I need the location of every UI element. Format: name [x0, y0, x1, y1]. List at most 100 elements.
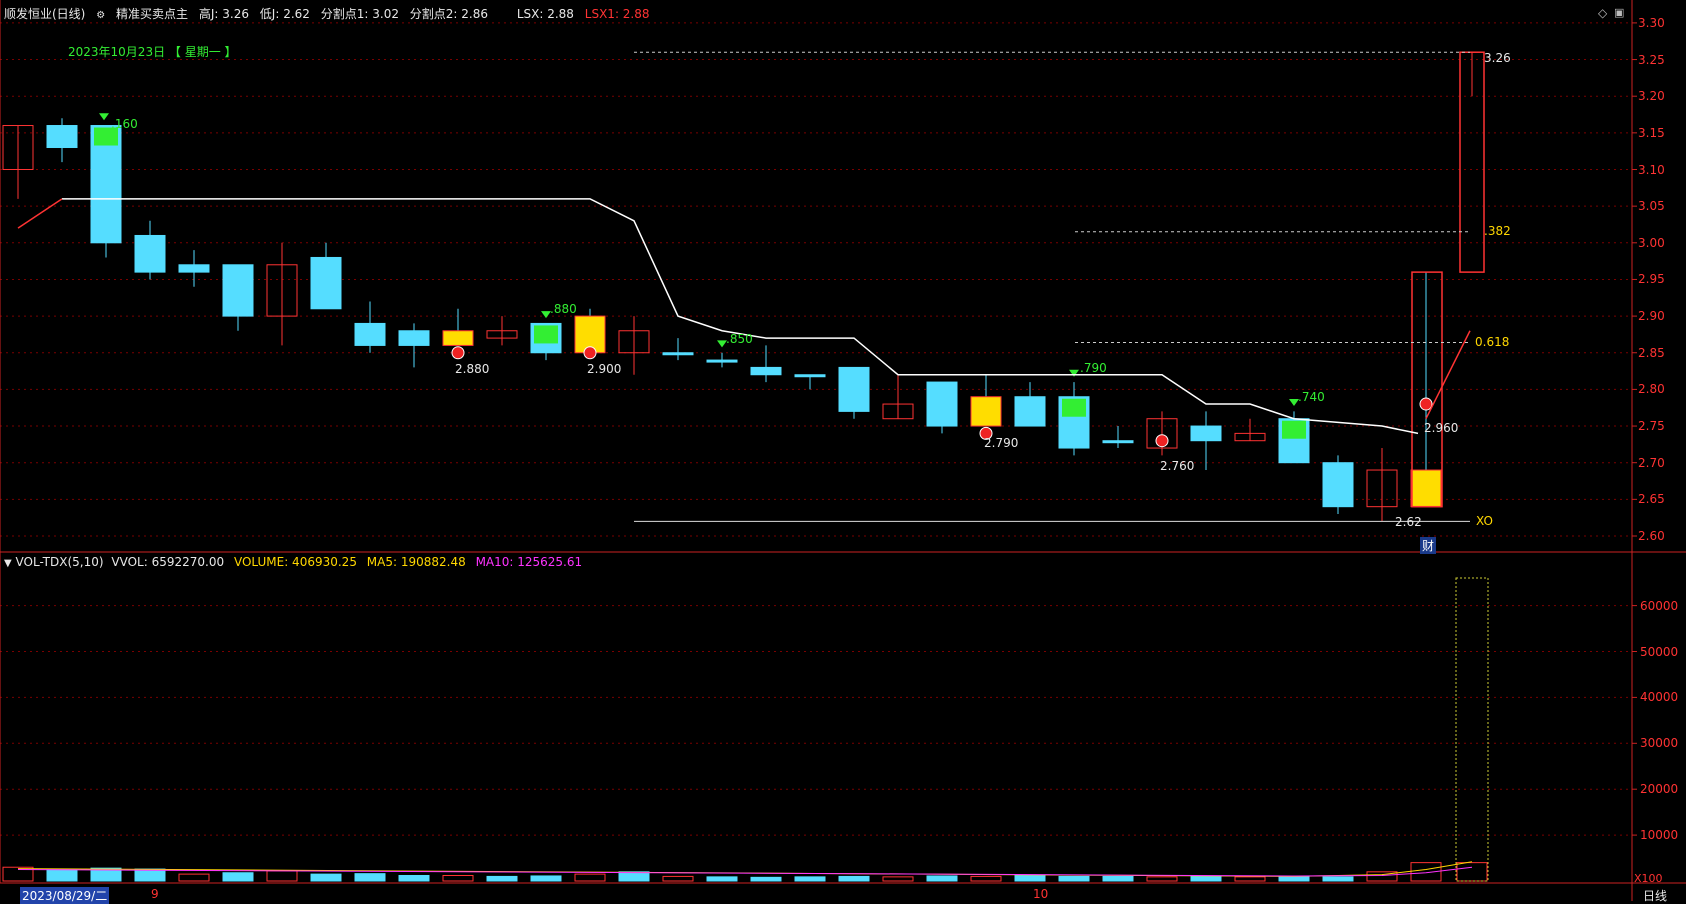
volume-bar: [486, 875, 518, 882]
settings-icon[interactable]: ⚙: [96, 10, 105, 21]
volume-bar: [178, 873, 210, 882]
sell-signal-fill: [534, 325, 558, 344]
candle-body: [354, 322, 386, 346]
volume-bar: [134, 868, 166, 882]
candle-body: [794, 374, 826, 378]
candle-body: [398, 330, 430, 346]
candle-body: [222, 264, 254, 317]
date-axis-month-9: 9: [151, 887, 159, 901]
indicator-name[interactable]: 精准买卖点主: [116, 7, 188, 21]
date-banner: 2023年10月23日 【 星期一 】: [68, 45, 237, 59]
volume-bar: [1278, 875, 1310, 882]
buy-label: 2.960: [1424, 421, 1459, 435]
volume-bar: [750, 876, 782, 882]
volume-tick-label: 60000: [1640, 598, 1679, 613]
volume-bar: [1322, 876, 1354, 882]
volume-bar: [838, 875, 870, 882]
diamond-icon[interactable]: ◇: [1598, 6, 1607, 20]
price-tick-label: 2.95: [1638, 272, 1665, 287]
vvol-value: VVOL: 6592270.00: [111, 555, 225, 569]
volume-bar: [1102, 875, 1134, 882]
price-tick-label: 2.60: [1638, 529, 1665, 543]
lsx-value: LSX: 2.88: [516, 7, 574, 21]
candle-body: [1322, 462, 1354, 508]
high-value: 高J: 3.26: [198, 7, 249, 21]
candle-body: [926, 381, 958, 427]
low-marker: 2.62: [1395, 515, 1422, 529]
volume-bar: [926, 875, 958, 882]
chart-canvas[interactable]: [0, 0, 1686, 901]
candle-body: [1014, 396, 1046, 427]
volume-bar: [1058, 875, 1090, 882]
volume-bar: [442, 874, 474, 882]
volume-unit: X100: [1634, 872, 1663, 885]
chevron-down-icon[interactable]: ▼: [4, 558, 12, 569]
volume-tick-label: 20000: [1640, 782, 1679, 797]
price-tick-label: 3.00: [1638, 235, 1665, 250]
period-label[interactable]: 日线: [1643, 887, 1667, 904]
sell-label: .850: [726, 332, 753, 346]
lsx1-value: LSX1: 2.88: [584, 7, 650, 21]
high-marker: 3.26: [1484, 51, 1511, 65]
volume-bar: [1014, 874, 1046, 882]
volume-bar: [354, 873, 386, 882]
volume-bar: [574, 873, 606, 882]
volume-bar: [46, 869, 78, 882]
price-header: 顺发恒业(日线) ⚙ 精准买卖点主 高J: 3.26 低J: 2.62 分割点1…: [4, 5, 657, 22]
grid-layer: [0, 22, 1632, 836]
sell-label: .880: [550, 302, 577, 316]
volume-bar: [1146, 876, 1178, 882]
price-tick-label: 3.15: [1638, 125, 1665, 140]
ma10-value: MA10: 125625.61: [475, 555, 583, 569]
volume-bar: [794, 876, 826, 882]
candle-body: [662, 352, 694, 356]
volume-tick-label: 50000: [1640, 644, 1679, 659]
price-tick-label: 2.65: [1638, 492, 1665, 507]
candle-body: [838, 366, 870, 412]
axis-layer: [0, 0, 1686, 901]
stock-chart-app: 顺发恒业(日线) ⚙ 精准买卖点主 高J: 3.26 低J: 2.62 分割点1…: [0, 0, 1686, 904]
sell-label: .790: [1080, 361, 1107, 375]
split2-value: 分割点2: 2.86: [409, 7, 489, 21]
buy-label: 2.790: [984, 436, 1019, 450]
stock-title[interactable]: 顺发恒业(日线): [4, 7, 85, 21]
trend-segment: [1425, 330, 1471, 420]
candle-body: [134, 234, 166, 273]
volume-bar: [970, 875, 1002, 882]
price-tick-label: 3.20: [1638, 89, 1665, 104]
candle-body: [970, 396, 1002, 427]
candle-body: [310, 256, 342, 310]
candle-body: [706, 359, 738, 363]
buy-signal-marker: [1155, 434, 1169, 448]
price-tick-label: 2.90: [1638, 309, 1665, 324]
split1-value: 分割点1: 3.02: [320, 7, 399, 21]
volume-tick-label: 10000: [1640, 828, 1679, 843]
price-tick-label: 3.25: [1638, 52, 1665, 67]
volume-bar: [266, 870, 298, 882]
volume-bar: [398, 874, 430, 882]
buy-signal-marker: [451, 346, 465, 360]
buy-label: 2.880: [455, 362, 490, 376]
volume-bar: [1190, 875, 1222, 882]
sell-signal-marker: [1069, 369, 1079, 377]
volume-indicator-name[interactable]: VOL-TDX(5,10): [16, 555, 104, 569]
finance-badge[interactable]: 财: [1420, 537, 1437, 554]
price-tick-label: 3.05: [1638, 199, 1665, 214]
trend-segment: [17, 198, 63, 229]
window-icon[interactable]: ▣: [1614, 6, 1624, 19]
buy-label: 2.760: [1160, 459, 1195, 473]
fib382-label: .382: [1484, 224, 1511, 238]
candle-body: [1190, 425, 1222, 442]
price-tick-label: 3.10: [1638, 162, 1665, 177]
sell-signal-fill: [1282, 420, 1306, 439]
candlestick-layer[interactable]: [2, 51, 1485, 522]
volume-value: VOLUME: 406930.25: [233, 555, 357, 569]
date-axis-month-10: 10: [1033, 887, 1049, 901]
price-tick-label: 2.70: [1638, 455, 1665, 470]
fib618-label: 0.618: [1475, 335, 1510, 349]
sell-signal-marker: [99, 113, 109, 121]
ma5-value: MA5: 190882.48: [366, 555, 466, 569]
candle-body: [442, 330, 474, 346]
xo-label: XO: [1476, 514, 1493, 528]
buy-label: 2.900: [587, 362, 622, 376]
